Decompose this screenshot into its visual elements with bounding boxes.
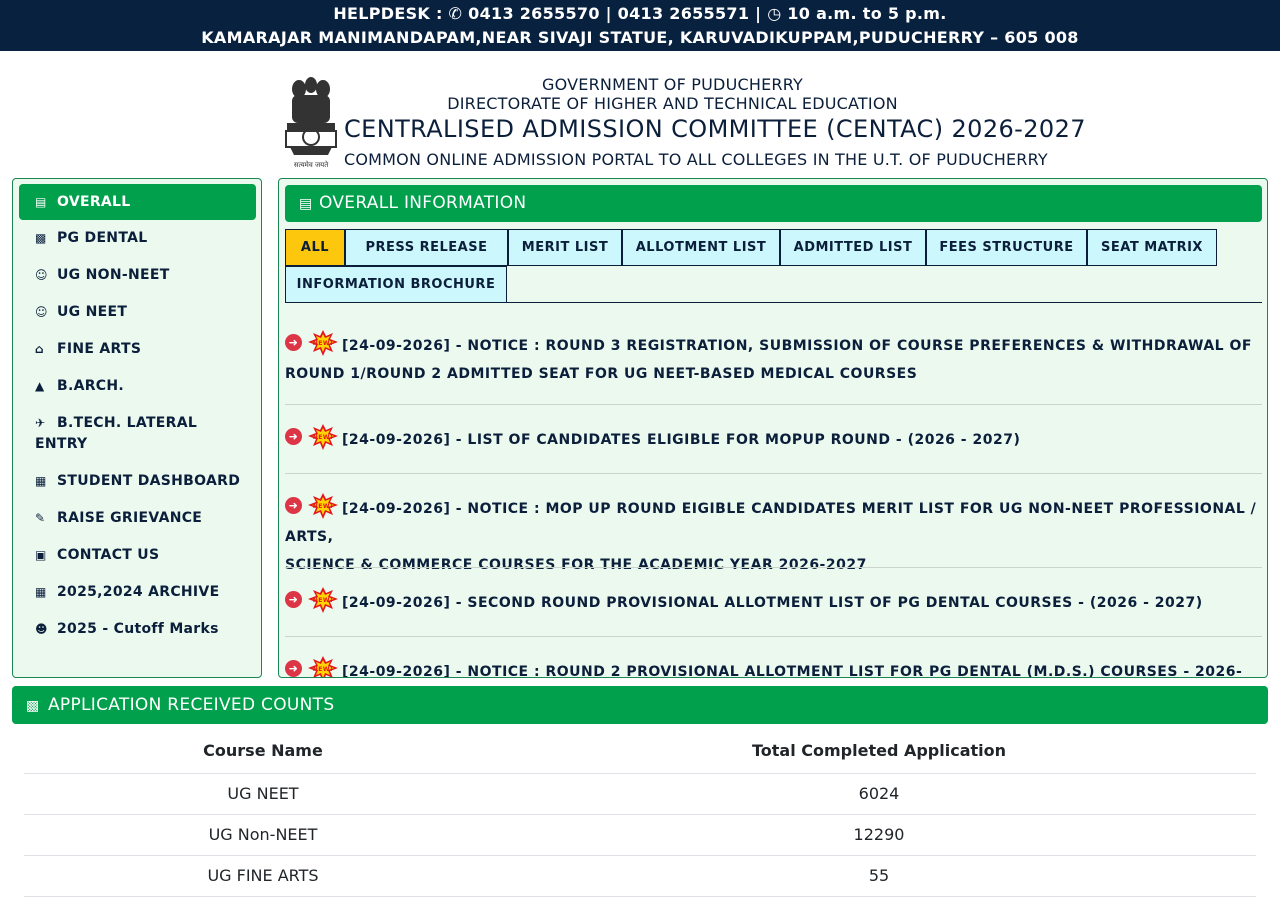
site-header: सत्यमेव जयते GOVERNMENT OF PUDUCHERRY DI…	[0, 51, 1280, 177]
arrow-right-icon: ➜	[285, 497, 302, 514]
tab-allotment-list[interactable]: ALLOTMENT LIST	[622, 229, 780, 266]
table-cell-total: 6024	[858, 784, 900, 803]
application-counts-header: ▩ APPLICATION RECEIVED COUNTS	[12, 686, 1268, 724]
contact-icon: ▣	[35, 548, 47, 562]
sidebar-item-ug-neet[interactable]: ☺ UG NEET	[19, 302, 256, 323]
sidebar-item-student-dashboard[interactable]: ▦ STUDENT DASHBOARD	[19, 471, 256, 492]
tab-all[interactable]: ALL	[285, 229, 345, 266]
notice-divider	[285, 636, 1262, 637]
new-badge-icon: NEW!	[308, 493, 338, 519]
tab-admitted-list[interactable]: ADMITTED LIST	[780, 229, 926, 266]
dashboard-icon: ▦	[35, 585, 47, 599]
sidebar-item-raise-grievance[interactable]: ✎ RAISE GRIEVANCE	[19, 508, 256, 529]
tab-seat-matrix[interactable]: SEAT MATRIX	[1087, 229, 1217, 266]
helpdesk-bar: HELPDESK : ✆ 0413 2655570 | 0413 2655571…	[0, 0, 1280, 51]
directorate-title: DIRECTORATE OF HIGHER AND TECHNICAL EDUC…	[447, 94, 898, 113]
svg-text:NEW!: NEW!	[313, 597, 333, 604]
panel-header: ▤ OVERALL INFORMATION	[285, 185, 1262, 222]
helpdesk-hours: 10 a.m. to 5 p.m.	[787, 4, 947, 23]
application-counts-title: APPLICATION RECEIVED COUNTS	[48, 695, 335, 715]
new-badge-icon: NEW!	[308, 424, 338, 450]
document-icon: ▤	[299, 196, 313, 212]
tab-merit-list[interactable]: MERIT LIST	[508, 229, 622, 266]
notice-item[interactable]: ➜ NEW! [24-09-2026] - NOTICE : ROUND 3 REG…	[285, 330, 1262, 388]
sidebar-item-btech-lateral[interactable]: ✈ B.TECH. LATERAL ENTRY	[19, 413, 256, 455]
helpdesk-label: HELPDESK :	[333, 4, 443, 23]
tab-fees-structure[interactable]: FEES STRUCTURE	[926, 229, 1087, 266]
svg-text:NEW!: NEW!	[313, 503, 333, 510]
column-header-course: Course Name	[203, 741, 323, 760]
new-badge-icon: NEW!	[308, 656, 338, 677]
arrow-right-icon: ➜	[285, 660, 302, 677]
notice-item[interactable]: ➜ NEW! [24-09-2026] - LIST OF CANDIDATES E…	[285, 424, 1262, 454]
sidebar-item-barch[interactable]: ▲ B.ARCH.	[19, 376, 256, 397]
building-icon: ▩	[35, 231, 47, 245]
new-badge-icon: NEW!	[308, 330, 338, 356]
users-icon: ☺	[35, 268, 48, 282]
arrow-right-icon: ➜	[285, 334, 302, 351]
tab-information-brochure[interactable]: INFORMATION BROCHURE	[285, 266, 507, 303]
house-icon: ⌂	[35, 342, 44, 356]
overall-information-panel: ▤ OVERALL INFORMATION ALL PRESS RELEASE M…	[278, 178, 1268, 678]
helpdesk-line: HELPDESK : ✆ 0413 2655570 | 0413 2655571…	[0, 4, 1280, 24]
notice-item[interactable]: ➜ NEW! [24-09-2026] - NOTICE : ROUND 2 PRO…	[285, 656, 1262, 677]
table-cell-total: 12290	[853, 825, 905, 844]
notice-divider	[285, 473, 1262, 474]
table-divider	[24, 814, 1256, 815]
table-cell-course: UG NEET	[227, 784, 299, 803]
address-line: KAMARAJAR MANIMANDAPAM,NEAR SIVAJI STATU…	[201, 28, 1079, 47]
svg-text:NEW!: NEW!	[313, 434, 333, 441]
table-divider	[24, 896, 1256, 897]
column-header-total: Total Completed Application	[751, 741, 1007, 760]
emblem-caption: सत्यमेव जयते	[294, 160, 329, 169]
arrow-right-icon: ➜	[285, 428, 302, 445]
tab-divider	[285, 302, 1262, 303]
sidebar-item-pg-dental[interactable]: ▩ PG DENTAL	[19, 228, 256, 249]
table-divider	[24, 773, 1256, 774]
user-circle-icon: ☻	[35, 622, 48, 636]
panel-title: OVERALL INFORMATION	[319, 193, 527, 213]
plane-icon: ✈	[35, 416, 46, 430]
document-icon: ▤	[35, 195, 47, 209]
notice-divider	[285, 404, 1262, 405]
government-title: GOVERNMENT OF PUDUCHERRY	[542, 75, 803, 94]
svg-text:NEW!: NEW!	[313, 666, 333, 673]
svg-text:NEW!: NEW!	[313, 340, 333, 347]
building-icon: ▩	[26, 698, 40, 714]
table-cell-course: UG FINE ARTS	[207, 866, 319, 885]
table-cell-course: UG Non-NEET	[208, 825, 318, 844]
clock-icon: ◷	[767, 4, 782, 23]
arrow-right-icon: ➜	[285, 591, 302, 608]
sidebar-item-archive[interactable]: ▦ 2025,2024 ARCHIVE	[19, 582, 256, 603]
phone-icon: ✆	[448, 4, 463, 23]
table-divider	[24, 855, 1256, 856]
users-icon: ☺	[35, 305, 48, 319]
new-badge-icon: NEW!	[308, 587, 338, 613]
sidebar-item-overall[interactable]: ▤ OVERALL	[19, 184, 256, 220]
sidebar-item-contact-us[interactable]: ▣ CONTACT US	[19, 545, 256, 566]
sidebar: ▤ OVERALL ▩ PG DENTAL ☺ UG NON-NEET ☺ UG NEE…	[12, 178, 262, 678]
notice-divider	[285, 567, 1262, 568]
sidebar-item-fine-arts[interactable]: ⌂ FINE ARTS	[19, 339, 256, 360]
page-title: CENTRALISED ADMISSION COMMITTEE (CENTAC)…	[344, 115, 1086, 143]
sidebar-item-ug-non-neet[interactable]: ☺ UG NON-NEET	[19, 265, 256, 286]
notice-item[interactable]: ➜ NEW! [24-09-2026] - SECOND ROUND PROVISI…	[285, 587, 1262, 617]
page-subtitle: COMMON ONLINE ADMISSION PORTAL TO ALL CO…	[344, 150, 1048, 169]
dashboard-icon: ▦	[35, 474, 47, 488]
sidebar-item-cutoff-marks[interactable]: ☻ 2025 - Cutoff Marks	[19, 619, 256, 640]
table-cell-total: 55	[868, 866, 890, 885]
helpdesk-phones: 0413 2655570 | 0413 2655571 |	[468, 4, 762, 23]
bank-icon: ▲	[35, 379, 45, 393]
edit-icon: ✎	[35, 511, 46, 525]
tab-press-release[interactable]: PRESS RELEASE	[345, 229, 508, 266]
